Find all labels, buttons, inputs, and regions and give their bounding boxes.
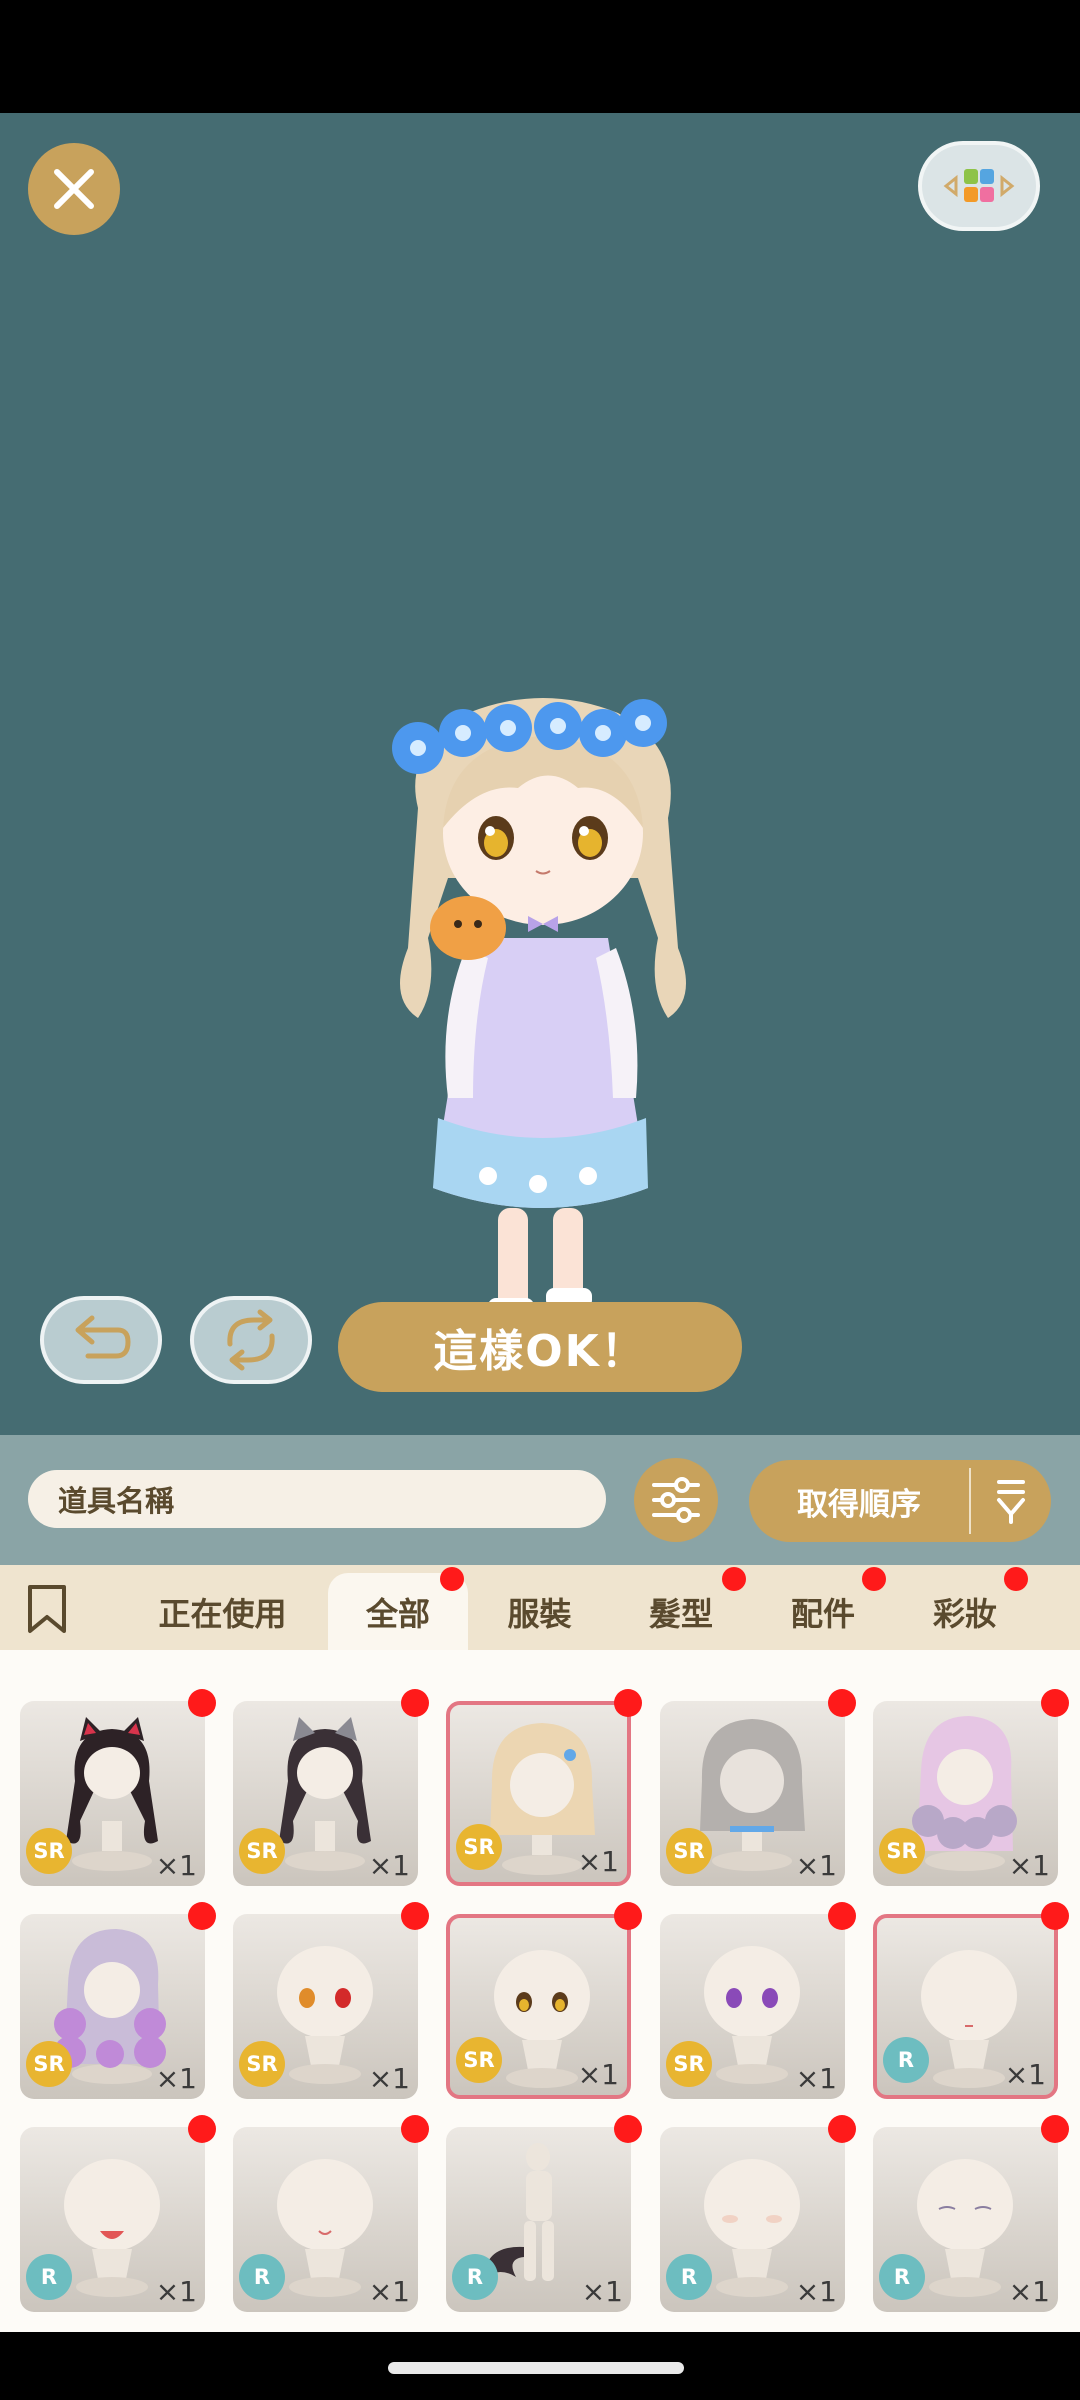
item-grid: SR ×1 SR ×1 SR ×1 SR ×1 SR ×1 SR ×1 SR ×1 SR ×1 SR ×1 R ×1 R… [0,1650,1080,2332]
rarity-badge: SR [456,2037,502,2083]
item-card-eyes-red-orange[interactable]: SR ×1 [233,1914,418,2099]
avatar-stage: 這樣OK！ [0,113,1080,1435]
rarity-badge: R [26,2254,72,2300]
item-name-search-input[interactable]: 道具名稱 [28,1470,606,1528]
item-card-long-hair-blonde[interactable]: SR ×1 [446,1701,631,1886]
new-item-dot [401,1902,429,1930]
new-item-dot [614,2115,642,2143]
confirm-ok-button[interactable]: 這樣OK！ [338,1302,742,1392]
rarity-badge: R [239,2254,285,2300]
item-quantity: ×1 [1008,2275,1050,2308]
item-quantity: ×1 [1004,2058,1046,2091]
new-item-dot [401,1689,429,1717]
item-card-mouth-smile[interactable]: R ×1 [233,2127,418,2312]
undo-button[interactable] [40,1296,162,1384]
tab-label: 髮型 [648,1594,713,1633]
new-item-dot [614,1902,642,1930]
rarity-badge: R [883,2037,929,2083]
new-item-dot [188,1689,216,1717]
rarity-badge: R [666,2254,712,2300]
tab-label: 配件 [790,1594,855,1633]
tab-label: 服裝 [507,1594,572,1633]
rarity-badge: R [452,2254,498,2300]
new-item-dot [1041,2115,1069,2143]
refresh-icon [227,1309,275,1371]
new-item-dot [401,2115,429,2143]
item-quantity: ×1 [577,2058,619,2091]
item-quantity: ×1 [368,2062,410,2095]
close-button[interactable] [28,143,120,235]
item-card-blush[interactable]: R ×1 [660,2127,845,2312]
new-item-dot [722,1567,746,1591]
home-gesture-handle[interactable] [388,2362,684,2374]
item-card-closed-eyes[interactable]: R ×1 [873,2127,1058,2312]
new-item-dot [1041,1689,1069,1717]
sort-order-label: 取得順序 [797,1486,921,1523]
tab-clothing[interactable]: 服裝 [472,1573,607,1650]
item-card-curly-hair-pink[interactable]: SR ×1 [873,1701,1058,1886]
search-toolbar: 道具名稱 取得順序 [0,1435,1080,1565]
rarity-badge: SR [456,1824,502,1870]
new-item-dot [614,1689,642,1717]
rarity-badge: SR [666,1828,712,1874]
item-card-cat-ear-hair-black[interactable]: SR ×1 [20,1701,205,1886]
new-item-dot [440,1567,464,1591]
new-item-dot [1004,1567,1028,1591]
undo-icon [75,1315,131,1359]
item-quantity: ×1 [155,2062,197,2095]
item-quantity: ×1 [155,2275,197,2308]
new-item-dot [188,1902,216,1930]
sliders-icon [652,1477,700,1523]
item-quantity: ×1 [368,2275,410,2308]
navigation-bar [0,2332,1080,2400]
avatar-character [392,698,686,1353]
item-card-mouth-small[interactable]: R ×1 [873,1914,1058,2099]
tab-label: 全部 [365,1594,430,1633]
tab-in-use[interactable]: 正在使用 [130,1573,315,1650]
item-quantity: ×1 [581,2275,623,2308]
item-quantity: ×1 [368,1849,410,1882]
new-item-dot [828,1689,856,1717]
item-card-eyes-violet[interactable]: SR ×1 [660,1914,845,2099]
item-quantity: ×1 [795,2062,837,2095]
item-card-curly-hair-purple[interactable]: SR ×1 [20,1914,205,2099]
tab-label: 正在使用 [158,1594,287,1633]
tab-label: 彩妝 [932,1594,997,1633]
item-card-cat-ear-hair-gray[interactable]: SR ×1 [233,1701,418,1886]
rarity-badge: SR [239,1828,285,1874]
item-quantity: ×1 [577,1845,619,1878]
sort-direction-icon[interactable] [971,1476,1051,1526]
new-item-dot [828,1902,856,1930]
bookmark-icon[interactable] [24,1583,70,1635]
rarity-badge: SR [26,2041,72,2087]
item-card-mouth-open[interactable]: R ×1 [20,2127,205,2312]
category-tabs: 正在使用 全部 服裝 髮型 配件 彩妝 [0,1565,1080,1650]
status-bar [0,0,1080,113]
color-palette-icon [943,169,1015,202]
item-card-long-hair-gray[interactable]: SR ×1 [660,1701,845,1886]
new-item-dot [828,2115,856,2143]
color-switch-button[interactable] [918,141,1040,231]
new-item-dot [188,2115,216,2143]
rarity-badge: SR [879,1828,925,1874]
new-item-dot [1041,1902,1069,1930]
item-quantity: ×1 [155,1849,197,1882]
item-quantity: ×1 [1008,1849,1050,1882]
item-quantity: ×1 [795,2275,837,2308]
reset-button[interactable] [190,1296,312,1384]
rarity-badge: SR [26,1828,72,1874]
new-item-dot [862,1567,886,1591]
item-quantity: ×1 [795,1849,837,1882]
item-card-tail-body[interactable]: R ×1 [446,2127,631,2312]
sort-order-button[interactable]: 取得順序 [749,1460,1051,1542]
rarity-badge: SR [239,2041,285,2087]
filter-button[interactable] [634,1458,718,1542]
rarity-badge: R [879,2254,925,2300]
rarity-badge: SR [666,2041,712,2087]
close-icon [54,169,94,209]
item-card-eyes-amber[interactable]: SR ×1 [446,1914,631,2099]
